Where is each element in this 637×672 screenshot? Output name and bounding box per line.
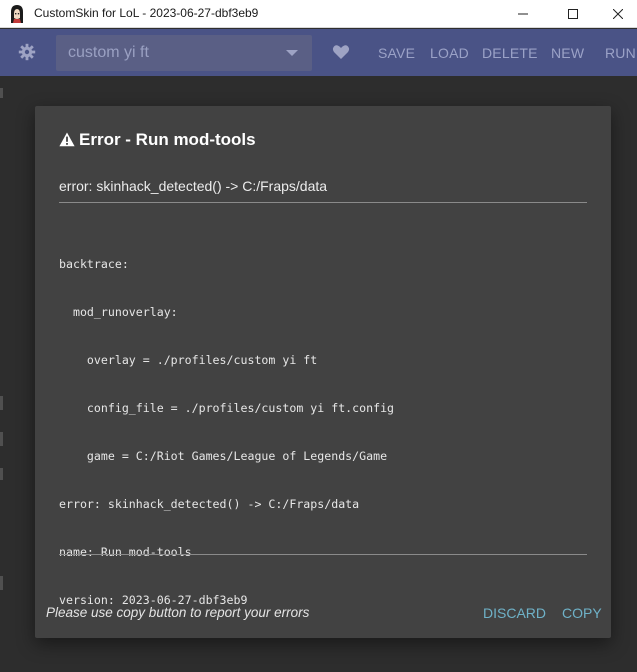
trace-line: backtrace:	[59, 257, 129, 271]
minimize-icon	[518, 13, 528, 15]
trace-line: game = C:/Riot Games/League of Legends/G…	[59, 449, 388, 463]
discard-button[interactable]: DISCARD	[483, 605, 546, 621]
close-button[interactable]	[595, 0, 637, 28]
delete-button[interactable]: DELETE	[482, 45, 538, 61]
heart-icon	[332, 45, 350, 59]
error-message: error: skinhack_detected() -> C:/Fraps/d…	[59, 178, 328, 194]
edge-mark	[0, 432, 3, 446]
edge-mark	[0, 396, 3, 410]
minimize-button[interactable]	[500, 0, 546, 28]
chevron-down-icon	[286, 50, 298, 56]
maximize-icon	[568, 9, 578, 19]
edge-mark	[0, 88, 3, 98]
error-dialog: Error - Run mod-tools error: skinhack_de…	[35, 106, 611, 638]
close-icon	[613, 9, 623, 19]
divider	[59, 202, 587, 203]
trace-line: name: Run mod-tools	[59, 545, 192, 559]
window-title: CustomSkin for LoL - 2023-06-27-dbf3eb9	[34, 6, 259, 20]
trace-line: overlay = ./profiles/custom yi ft	[59, 353, 318, 367]
app-icon	[8, 4, 26, 24]
dialog-title-text: Error - Run mod-tools	[79, 130, 256, 149]
trace-line: mod_runoverlay:	[59, 305, 178, 319]
settings-button[interactable]	[18, 43, 36, 61]
edge-mark	[0, 468, 3, 480]
trace-line: config_file = ./profiles/custom yi ft.co…	[59, 401, 395, 415]
maximize-button[interactable]	[550, 0, 596, 28]
gear-icon	[18, 43, 36, 61]
warning-icon	[59, 132, 75, 147]
footer-note: Please use copy button to report your er…	[46, 605, 310, 620]
copy-button[interactable]: COPY	[562, 605, 602, 621]
backtrace-text: backtrace: mod_runoverlay: overlay = ./p…	[59, 224, 587, 640]
main-toolbar: custom yi ft SAVE LOAD DELETE NEW RUN	[0, 29, 637, 76]
load-button[interactable]: LOAD	[430, 45, 469, 61]
divider	[59, 554, 587, 555]
new-button[interactable]: NEW	[551, 45, 584, 61]
run-button[interactable]: RUN	[605, 45, 636, 61]
save-button[interactable]: SAVE	[378, 45, 415, 61]
profile-select-value: custom yi ft	[68, 44, 149, 61]
trace-line: error: skinhack_detected() -> C:/Fraps/d…	[59, 497, 360, 511]
edge-mark	[0, 576, 3, 590]
dialog-title: Error - Run mod-tools	[59, 130, 256, 150]
favorite-button[interactable]	[332, 43, 350, 61]
profile-select[interactable]: custom yi ft	[56, 35, 312, 71]
window-titlebar: CustomSkin for LoL - 2023-06-27-dbf3eb9	[0, 0, 637, 28]
